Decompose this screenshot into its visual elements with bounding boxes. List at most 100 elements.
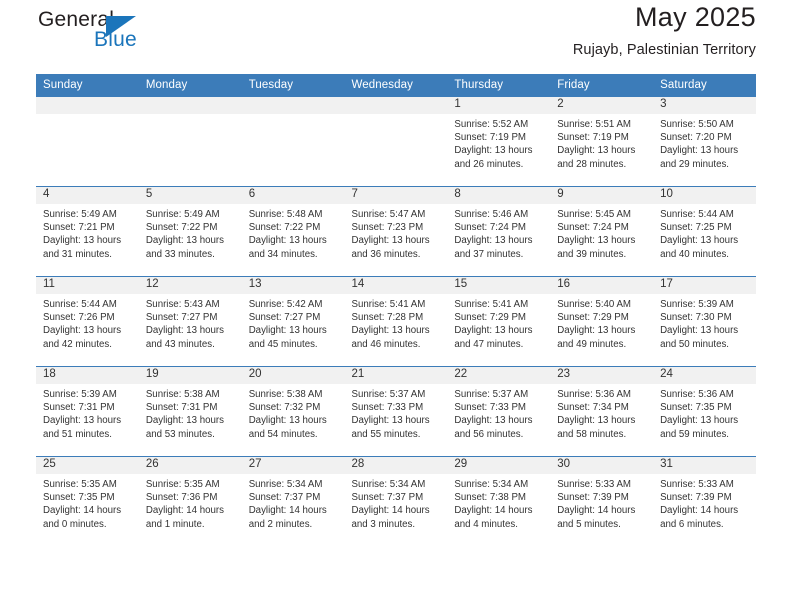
- calendar-day-cell[interactable]: 5 Sunrise: 5:49 AM Sunset: 7:22 PM Daylight…: [138, 186, 242, 277]
- daylight-text-line2: and 45 minutes.: [248, 338, 318, 350]
- calendar-day-cell[interactable]: 16 Sunrise: 5:40 AM Sunset: 7:29 PM Dayligh…: [550, 276, 654, 367]
- sunset-text: Sunset: 7:39 PM: [557, 492, 629, 504]
- sunset-text: Sunset: 7:28 PM: [351, 312, 424, 324]
- sunset-text: Sunset: 7:38 PM: [454, 492, 526, 504]
- generalblue-logo[interactable]: General Blue: [36, 8, 216, 60]
- sunset-text: Sunset: 7:36 PM: [145, 492, 218, 504]
- calendar-day-cell[interactable]: 15 Sunrise: 5:41 AM Sunset: 7:29 PM Dayligh…: [447, 276, 551, 367]
- calendar-day-cell[interactable]: 12 Sunrise: 5:43 AM Sunset: 7:27 PM Dayligh…: [138, 276, 242, 367]
- day-cell-inner: 7 Sunrise: 5:47 AM Sunset: 7:23 PM Daylight…: [344, 187, 448, 276]
- calendar-day-cell[interactable]: 30 Sunrise: 5:33 AM Sunset: 7:39 PM Dayligh…: [550, 456, 654, 547]
- day-number: 19: [138, 367, 242, 384]
- calendar-day-cell[interactable]: 29 Sunrise: 5:34 AM Sunset: 7:38 PM Dayligh…: [447, 456, 551, 547]
- day-detail-text: Sunrise: 5:39 AM Sunset: 7:31 PM Daylight:…: [36, 384, 139, 441]
- day-cell-inner: 24 Sunrise: 5:36 AM Sunset: 7:35 PM Dayligh…: [653, 367, 756, 456]
- calendar-body: 1 Sunrise: 5:52 AM Sunset: 7:19 PM Daylight…: [36, 96, 756, 547]
- weekday-header-tuesday: Tuesday: [241, 74, 345, 97]
- calendar-day-cell[interactable]: 11 Sunrise: 5:44 AM Sunset: 7:26 PM Dayligh…: [36, 276, 139, 367]
- calendar-day-cell[interactable]: 17 Sunrise: 5:39 AM Sunset: 7:30 PM Dayligh…: [653, 276, 756, 367]
- calendar-day-cell[interactable]: 18 Sunrise: 5:39 AM Sunset: 7:31 PM Dayligh…: [36, 366, 139, 457]
- daylight-text-line1: Daylight: 13 hours: [454, 415, 533, 427]
- calendar-day-cell[interactable]: 25 Sunrise: 5:35 AM Sunset: 7:35 PM Dayligh…: [36, 456, 139, 547]
- daylight-text-line1: Daylight: 14 hours: [351, 505, 430, 517]
- calendar-day-cell[interactable]: 4 Sunrise: 5:49 AM Sunset: 7:21 PM Daylight…: [36, 186, 139, 277]
- sunrise-text: Sunrise: 5:38 AM: [248, 389, 323, 400]
- calendar-day-cell[interactable]: 3 Sunrise: 5:50 AM Sunset: 7:20 PM Daylight…: [653, 96, 756, 187]
- day-detail-text: Sunrise: 5:49 AM Sunset: 7:22 PM Daylight:…: [139, 204, 242, 261]
- sunrise-text: Sunrise: 5:44 AM: [43, 299, 117, 310]
- calendar-day-cell[interactable]: 19 Sunrise: 5:38 AM Sunset: 7:31 PM Dayligh…: [138, 366, 242, 457]
- calendar-day-cell[interactable]: 10 Sunrise: 5:44 AM Sunset: 7:25 PM Dayligh…: [653, 186, 756, 277]
- calendar-day-cell[interactable]: 8 Sunrise: 5:46 AM Sunset: 7:24 PM Daylight…: [447, 186, 551, 277]
- calendar-day-cell-empty: [36, 96, 139, 187]
- weekday-header-monday: Monday: [138, 74, 242, 97]
- day-detail-text: Sunrise: 5:34 AM Sunset: 7:38 PM Daylight:…: [447, 474, 550, 531]
- calendar-day-cell[interactable]: 28 Sunrise: 5:34 AM Sunset: 7:37 PM Dayligh…: [344, 456, 448, 547]
- sunset-text: Sunset: 7:22 PM: [248, 222, 321, 234]
- sunset-text: Sunset: 7:19 PM: [454, 132, 526, 144]
- day-number: 17: [653, 277, 756, 294]
- day-detail-text: Sunrise: 5:39 AM Sunset: 7:30 PM Daylight:…: [653, 294, 756, 351]
- daylight-text-line1: Daylight: 13 hours: [557, 235, 636, 247]
- day-detail-text: Sunrise: 5:37 AM Sunset: 7:33 PM Daylight:…: [447, 384, 550, 441]
- day-cell-inner: 13 Sunrise: 5:42 AM Sunset: 7:27 PM Dayligh…: [241, 277, 345, 366]
- sunset-text: Sunset: 7:33 PM: [454, 402, 526, 414]
- calendar-day-cell[interactable]: 21 Sunrise: 5:37 AM Sunset: 7:33 PM Dayligh…: [344, 366, 448, 457]
- sunrise-text: Sunrise: 5:34 AM: [351, 479, 426, 490]
- day-number: 1: [447, 97, 551, 114]
- day-cell-inner: 10 Sunrise: 5:44 AM Sunset: 7:25 PM Dayligh…: [653, 187, 756, 276]
- sunrise-text: Sunrise: 5:39 AM: [43, 389, 117, 400]
- calendar-day-cell[interactable]: 27 Sunrise: 5:34 AM Sunset: 7:37 PM Dayligh…: [241, 456, 345, 547]
- calendar-day-cell[interactable]: 1 Sunrise: 5:52 AM Sunset: 7:19 PM Daylight…: [447, 96, 551, 187]
- day-cell-inner: 16 Sunrise: 5:40 AM Sunset: 7:29 PM Dayligh…: [550, 277, 654, 366]
- day-number: 24: [653, 367, 756, 384]
- calendar-day-cell[interactable]: 14 Sunrise: 5:41 AM Sunset: 7:28 PM Dayligh…: [344, 276, 448, 367]
- calendar-week-row: 1 Sunrise: 5:52 AM Sunset: 7:19 PM Daylight…: [36, 96, 756, 187]
- day-number: [36, 97, 139, 114]
- day-cell-inner: 3 Sunrise: 5:50 AM Sunset: 7:20 PM Daylight…: [653, 97, 756, 186]
- sunrise-text: Sunrise: 5:42 AM: [248, 299, 323, 310]
- sunrise-text: Sunrise: 5:35 AM: [145, 479, 220, 490]
- calendar-day-cell[interactable]: 22 Sunrise: 5:37 AM Sunset: 7:33 PM Dayligh…: [447, 366, 551, 457]
- day-number: 5: [138, 187, 242, 204]
- daylight-text-line2: and 56 minutes.: [454, 428, 524, 440]
- daylight-text-line2: and 26 minutes.: [454, 158, 524, 170]
- day-number: 28: [344, 457, 448, 474]
- calendar-day-cell[interactable]: 20 Sunrise: 5:38 AM Sunset: 7:32 PM Dayligh…: [241, 366, 345, 457]
- day-number: [241, 97, 345, 114]
- daylight-text-line1: Daylight: 13 hours: [454, 325, 533, 337]
- daylight-text-line2: and 55 minutes.: [351, 428, 421, 440]
- sunrise-text: Sunrise: 5:38 AM: [145, 389, 220, 400]
- daylight-text-line2: and 31 minutes.: [43, 248, 112, 260]
- day-number: 14: [344, 277, 448, 294]
- calendar-day-cell[interactable]: 2 Sunrise: 5:51 AM Sunset: 7:19 PM Daylight…: [550, 96, 654, 187]
- day-detail-text: Sunrise: 5:35 AM Sunset: 7:36 PM Daylight:…: [139, 474, 242, 531]
- page-subtitle: Rujayb, Palestinian Territory: [572, 42, 756, 58]
- sunset-text: Sunset: 7:29 PM: [557, 312, 629, 324]
- calendar-day-cell[interactable]: 24 Sunrise: 5:36 AM Sunset: 7:35 PM Dayligh…: [653, 366, 756, 457]
- day-detail-text: Sunrise: 5:44 AM Sunset: 7:26 PM Daylight:…: [36, 294, 139, 351]
- calendar-day-cell[interactable]: 6 Sunrise: 5:48 AM Sunset: 7:22 PM Daylight…: [241, 186, 345, 277]
- daylight-text-line1: Daylight: 13 hours: [660, 145, 739, 157]
- day-cell-inner: 21 Sunrise: 5:37 AM Sunset: 7:33 PM Dayligh…: [344, 367, 448, 456]
- calendar-day-cell[interactable]: 9 Sunrise: 5:45 AM Sunset: 7:24 PM Daylight…: [550, 186, 654, 277]
- daylight-text-line2: and 51 minutes.: [43, 428, 112, 440]
- daylight-text-line1: Daylight: 13 hours: [145, 415, 224, 427]
- daylight-text-line1: Daylight: 13 hours: [43, 415, 122, 427]
- daylight-text-line2: and 50 minutes.: [660, 338, 729, 350]
- day-cell-inner: 17 Sunrise: 5:39 AM Sunset: 7:30 PM Dayligh…: [653, 277, 756, 366]
- calendar-day-cell[interactable]: 23 Sunrise: 5:36 AM Sunset: 7:34 PM Dayligh…: [550, 366, 654, 457]
- calendar-day-cell[interactable]: 26 Sunrise: 5:35 AM Sunset: 7:36 PM Dayligh…: [138, 456, 242, 547]
- calendar-day-cell[interactable]: 7 Sunrise: 5:47 AM Sunset: 7:23 PM Daylight…: [344, 186, 448, 277]
- weekday-header-wednesday: Wednesday: [344, 74, 448, 97]
- day-detail-text: Sunrise: 5:33 AM Sunset: 7:39 PM Daylight:…: [653, 474, 756, 531]
- daylight-text-line1: Daylight: 13 hours: [351, 415, 430, 427]
- sunrise-text: Sunrise: 5:45 AM: [557, 209, 631, 220]
- sunrise-text: Sunrise: 5:33 AM: [557, 479, 631, 490]
- sunset-text: Sunset: 7:22 PM: [145, 222, 218, 234]
- daylight-text-line2: and 54 minutes.: [248, 428, 318, 440]
- daylight-text-line2: and 4 minutes.: [454, 518, 518, 530]
- daylight-text-line1: Daylight: 13 hours: [660, 415, 739, 427]
- calendar-day-cell[interactable]: 13 Sunrise: 5:42 AM Sunset: 7:27 PM Dayligh…: [241, 276, 345, 367]
- calendar-day-cell[interactable]: 31 Sunrise: 5:33 AM Sunset: 7:39 PM Dayligh…: [653, 456, 756, 547]
